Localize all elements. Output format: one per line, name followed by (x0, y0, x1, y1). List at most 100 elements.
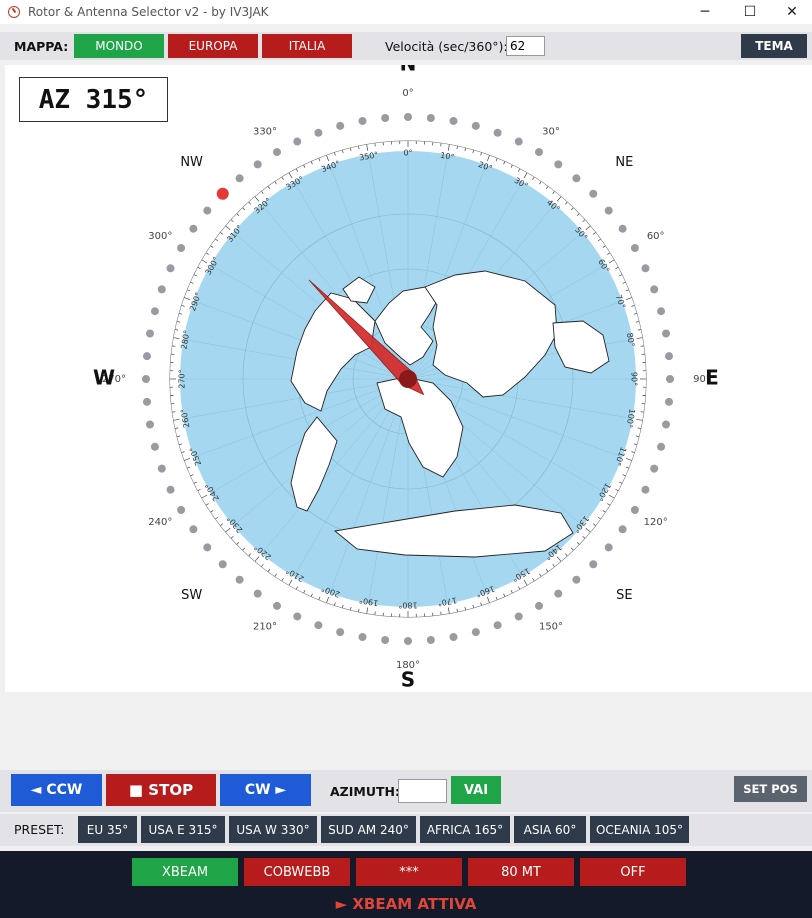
azimuth-dot[interactable] (235, 575, 244, 584)
antenna-cobwebb-button[interactable]: COBWEBB (244, 858, 350, 886)
theme-button[interactable]: TEMA (741, 34, 807, 58)
azimuth-dot[interactable] (253, 160, 262, 169)
azimuth-dot[interactable] (604, 543, 613, 552)
azimuth-dot[interactable] (150, 442, 159, 451)
azimuth-dot[interactable] (665, 397, 674, 406)
azimuth-dot[interactable] (293, 137, 302, 146)
preset-south-america-button[interactable]: SUD AM 240° (321, 816, 416, 843)
antenna-80mt-button[interactable]: 80 MT (468, 858, 574, 886)
azimuth-dot[interactable] (514, 612, 523, 621)
azimuth-dot[interactable] (142, 375, 150, 383)
azimuth-dot[interactable] (657, 442, 666, 451)
azimuth-dot[interactable] (189, 525, 198, 534)
azimuth-dot[interactable] (554, 589, 563, 598)
stop-button[interactable]: ■ STOP (106, 774, 216, 806)
antenna-3-button[interactable]: *** (356, 858, 462, 886)
azimuth-dot[interactable] (150, 307, 159, 316)
azimuth-dot[interactable] (618, 525, 627, 534)
azimuth-dot[interactable] (604, 206, 613, 215)
azimuth-dot[interactable] (166, 485, 175, 494)
azimuth-dot[interactable] (493, 128, 502, 137)
azimuth-dot[interactable] (336, 121, 345, 130)
azimuth-dot[interactable] (618, 224, 627, 233)
azimuth-dot[interactable] (572, 575, 581, 584)
preset-usa-east-button[interactable]: USA E 315° (141, 816, 225, 843)
azimuth-dot[interactable] (177, 506, 186, 514)
antenna-xbeam-button[interactable]: XBEAM (132, 858, 238, 886)
azimuth-dot[interactable] (381, 113, 390, 122)
azimuth-dot[interactable] (218, 560, 227, 569)
ccw-button[interactable]: ◄ CCW (11, 774, 102, 806)
map-mondo-button[interactable]: MONDO (74, 34, 164, 58)
preset-africa-button[interactable]: AFRICA 165° (420, 816, 510, 843)
azimuth-dot[interactable] (145, 420, 154, 429)
preset-oceania-button[interactable]: OCEANIA 105° (590, 816, 689, 843)
azimuth-dot[interactable] (641, 485, 650, 494)
azimuth-dot[interactable] (493, 621, 502, 630)
azimuth-dot[interactable] (314, 128, 323, 137)
azimuth-dot[interactable] (572, 174, 581, 183)
azimuth-dot[interactable] (293, 612, 302, 621)
maximize-button[interactable]: ☐ (727, 0, 773, 24)
azimuth-dot[interactable] (358, 633, 367, 642)
set-position-button[interactable]: SET POS (734, 776, 807, 802)
compass-svg[interactable]: 0° 10°20°30°40°50°60°70°80°90°100°110°120… (5, 65, 812, 692)
azimuth-dot[interactable] (166, 264, 175, 273)
azimuth-dot[interactable] (471, 628, 480, 637)
azimuth-dot[interactable] (554, 160, 563, 169)
azimuth-dot[interactable] (657, 307, 666, 316)
map-europa-button[interactable]: EUROPA (168, 34, 258, 58)
azimuth-dot[interactable] (662, 420, 671, 429)
azimuth-dot[interactable] (665, 352, 674, 361)
map-italia-button[interactable]: ITALIA (262, 34, 352, 58)
azimuth-dot[interactable] (358, 116, 367, 125)
preset-eu-button[interactable]: EU 35° (78, 816, 137, 843)
speed-input[interactable]: 62 (506, 36, 545, 56)
azimuth-dot[interactable] (203, 206, 212, 215)
azimuth-dot[interactable] (641, 264, 650, 273)
azimuth-dot-active[interactable] (216, 187, 229, 200)
azimuth-dot[interactable] (650, 464, 659, 473)
azimuth-dot[interactable] (189, 224, 198, 233)
azimuth-dot[interactable] (449, 633, 458, 642)
go-button[interactable]: VAI (451, 776, 501, 804)
azimuth-dot[interactable] (142, 397, 151, 406)
preset-usa-west-button[interactable]: USA W 330° (229, 816, 317, 843)
preset-label: PRESET: (14, 822, 65, 837)
preset-asia-button[interactable]: ASIA 60° (514, 816, 586, 843)
azimuth-dot[interactable] (203, 543, 212, 552)
azimuth-dot[interactable] (426, 113, 435, 122)
minimize-button[interactable]: ─ (682, 0, 728, 24)
azimuth-dot[interactable] (253, 589, 262, 598)
azimuth-dot[interactable] (662, 329, 671, 338)
azimuth-dot[interactable] (449, 116, 458, 125)
azimuth-dot[interactable] (426, 636, 435, 645)
azimuth-dot[interactable] (471, 121, 480, 130)
azimuth-dot[interactable] (630, 506, 639, 514)
cw-button[interactable]: CW ► (220, 774, 311, 806)
azimuth-dot[interactable] (381, 636, 390, 645)
azimuth-dot[interactable] (336, 628, 345, 637)
azimuth-dot[interactable] (157, 285, 166, 294)
azimuth-dot[interactable] (177, 244, 186, 252)
azimuth-dot[interactable] (514, 137, 523, 146)
azimuth-dot[interactable] (666, 375, 674, 383)
azimuth-dot[interactable] (314, 621, 323, 630)
azimuth-dot[interactable] (404, 113, 412, 121)
azimuth-dot[interactable] (145, 329, 154, 338)
azimuth-dot[interactable] (589, 189, 598, 198)
azimuth-dot[interactable] (157, 464, 166, 473)
azimuth-dot[interactable] (273, 601, 281, 610)
antenna-off-button[interactable]: OFF (580, 858, 686, 886)
azimuth-dot[interactable] (650, 285, 659, 294)
azimuth-dot[interactable] (404, 637, 412, 645)
azimuth-dot[interactable] (630, 244, 639, 252)
azimuth-dot[interactable] (235, 174, 244, 183)
azimuth-dot[interactable] (273, 148, 281, 157)
close-button[interactable]: ✕ (772, 0, 812, 24)
azimuth-input[interactable] (398, 779, 447, 803)
azimuth-dot[interactable] (535, 148, 543, 157)
azimuth-dot[interactable] (535, 601, 543, 610)
azimuth-dot[interactable] (142, 352, 151, 361)
azimuth-dot[interactable] (589, 560, 598, 569)
